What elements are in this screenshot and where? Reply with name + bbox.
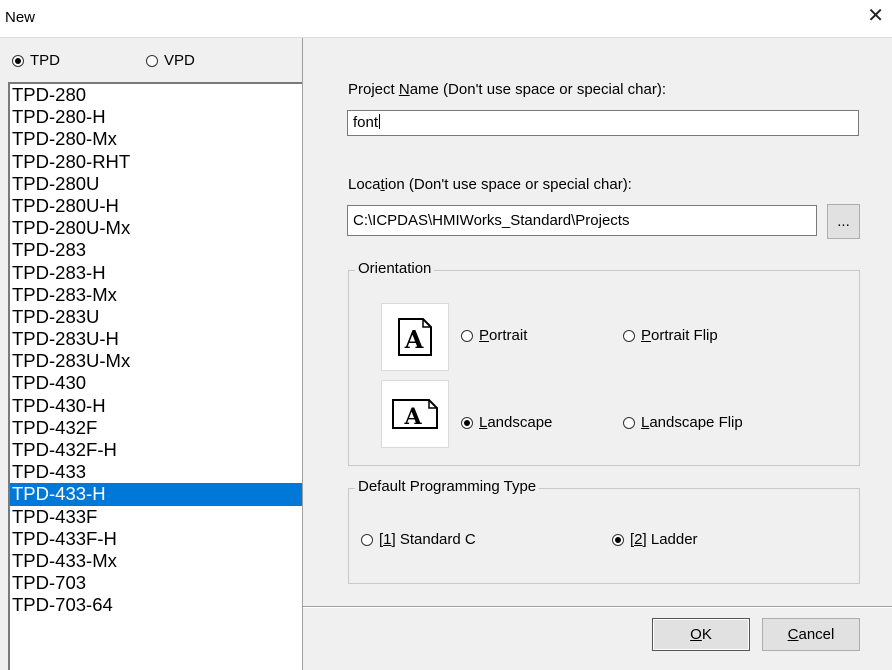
list-item[interactable]: TPD-432F-H: [10, 439, 302, 461]
radio-tpd-label: TPD: [30, 52, 60, 69]
button-separator: [303, 606, 892, 608]
radio-ladder-dot[interactable]: [612, 533, 624, 546]
portrait-page-icon: A: [381, 303, 449, 371]
radio-ladder-label: [2] Ladder: [630, 531, 698, 548]
list-item[interactable]: TPD-703: [10, 572, 302, 594]
dialog-client: TPD VPD TPD-280 TPD-280-H TPD-280-Mx TPD-28…: [0, 37, 892, 670]
browse-button-label: ...: [837, 213, 850, 230]
list-item[interactable]: TPD-280: [10, 84, 302, 106]
radio-standard-c-dot[interactable]: [361, 533, 373, 546]
project-name-value: font: [353, 114, 379, 131]
list-item[interactable]: TPD-280U: [10, 173, 302, 195]
radio-tpd[interactable]: TPD: [12, 52, 60, 69]
list-item[interactable]: TPD-283: [10, 239, 302, 261]
project-name-label: Project Name (Don't use space or special…: [348, 81, 667, 98]
ok-button-label: OK: [690, 626, 712, 643]
list-item[interactable]: TPD-703-64: [10, 594, 302, 616]
project-name-input[interactable]: font: [347, 110, 859, 136]
text-caret: [379, 114, 381, 129]
left-pane: TPD VPD TPD-280 TPD-280-H TPD-280-Mx TPD-28…: [0, 38, 303, 670]
radio-tpd-dot[interactable]: [12, 54, 24, 67]
location-value: C:\ICPDAS\HMIWorks_Standard\Projects: [353, 212, 630, 229]
list-item[interactable]: TPD-430-H: [10, 395, 302, 417]
list-item[interactable]: TPD-280-RHT: [10, 151, 302, 173]
list-item[interactable]: TPD-433-H: [10, 483, 302, 506]
list-item[interactable]: TPD-280-Mx: [10, 128, 302, 150]
landscape-glyph-svg: A: [392, 399, 438, 430]
radio-portrait-flip-label: Portrait Flip: [641, 327, 718, 344]
cancel-button[interactable]: Cancel: [762, 618, 860, 651]
radio-landscape-flip-dot[interactable]: [623, 416, 635, 429]
radio-vpd[interactable]: VPD: [146, 52, 195, 69]
radio-standard-c[interactable]: [1] Standard C: [361, 531, 476, 548]
radio-portrait-dot[interactable]: [461, 329, 473, 342]
window-title: New: [5, 9, 36, 26]
landscape-page-icon: A: [381, 380, 449, 448]
radio-portrait-label: Portrait: [479, 327, 528, 344]
radio-standard-c-label: [1] Standard C: [379, 531, 476, 548]
orientation-title: Orientation: [355, 260, 435, 277]
list-item[interactable]: TPD-433F-H: [10, 528, 302, 550]
list-item[interactable]: TPD-432F: [10, 417, 302, 439]
location-label: Location (Don't use space or special cha…: [348, 176, 632, 193]
radio-landscape-flip-label: Landscape Flip: [641, 414, 743, 431]
radio-vpd-label: VPD: [164, 52, 195, 69]
radio-landscape-label: Landscape: [479, 414, 553, 431]
radio-landscape-flip[interactable]: Landscape Flip: [623, 414, 743, 431]
browse-button[interactable]: ...: [827, 204, 860, 239]
list-item[interactable]: TPD-280-H: [10, 106, 302, 128]
list-item[interactable]: TPD-283U-H: [10, 328, 302, 350]
location-input[interactable]: C:\ICPDAS\HMIWorks_Standard\Projects: [347, 205, 817, 236]
list-item[interactable]: TPD-283-Mx: [10, 284, 302, 306]
radio-vpd-dot[interactable]: [146, 54, 158, 67]
list-item[interactable]: TPD-283U-Mx: [10, 350, 302, 372]
cancel-button-label: Cancel: [787, 626, 835, 643]
title-bar: New ✕: [0, 0, 892, 36]
portrait-glyph: A: [404, 325, 424, 354]
list-item[interactable]: TPD-433-Mx: [10, 550, 302, 572]
programming-type-title: Default Programming Type: [355, 478, 540, 495]
radio-ladder[interactable]: [2] Ladder: [612, 531, 698, 548]
radio-landscape[interactable]: Landscape: [461, 414, 552, 431]
list-item[interactable]: TPD-280U-Mx: [10, 217, 302, 239]
list-item[interactable]: TPD-430: [10, 372, 302, 394]
model-listbox[interactable]: TPD-280 TPD-280-H TPD-280-Mx TPD-280-RHT TPD…: [8, 82, 302, 670]
list-item[interactable]: TPD-280U-H: [10, 195, 302, 217]
radio-landscape-dot[interactable]: [461, 416, 473, 429]
close-icon[interactable]: ✕: [867, 6, 884, 26]
list-item[interactable]: TPD-283U: [10, 306, 302, 328]
radio-portrait[interactable]: Portrait: [461, 327, 527, 344]
list-item[interactable]: TPD-433: [10, 461, 302, 483]
landscape-glyph: A: [403, 404, 422, 430]
ok-button[interactable]: OK: [652, 618, 750, 651]
radio-portrait-flip[interactable]: Portrait Flip: [623, 327, 718, 344]
list-item[interactable]: TPD-283-H: [10, 262, 302, 284]
portrait-glyph-svg: A: [398, 318, 432, 356]
list-item[interactable]: TPD-433F: [10, 506, 302, 528]
radio-portrait-flip-dot[interactable]: [623, 329, 635, 342]
